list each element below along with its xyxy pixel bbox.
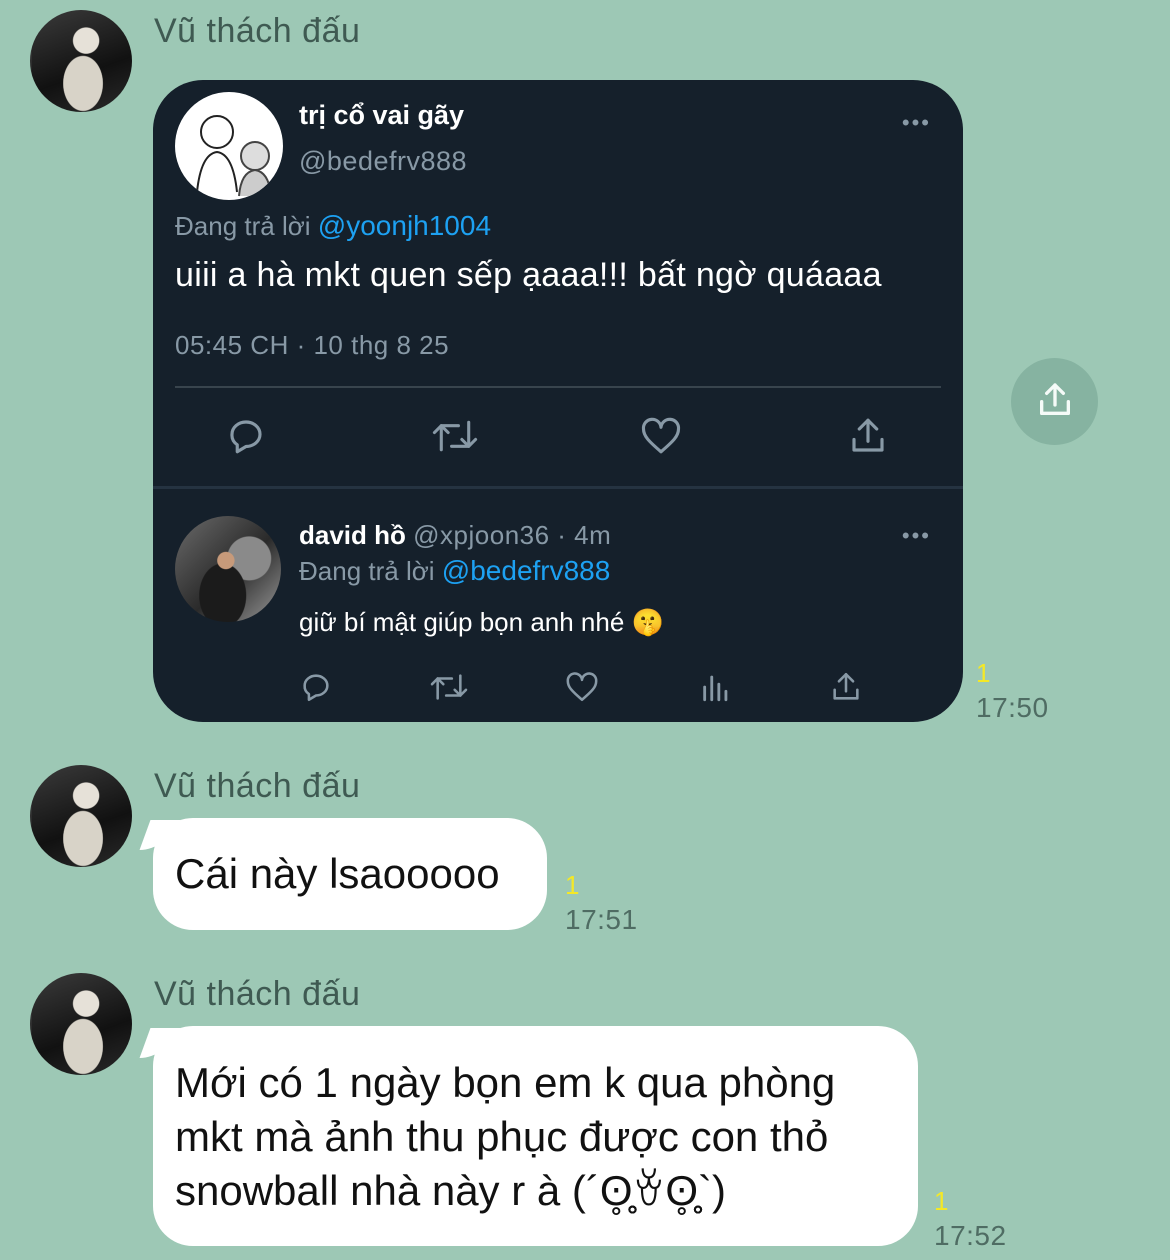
reply-action-bar: [153, 670, 963, 710]
heart-icon[interactable]: [565, 670, 599, 709]
message-bubble[interactable]: Cái này lsaooooo: [153, 818, 547, 930]
replying-to-link[interactable]: @yoonjh1004: [318, 210, 491, 241]
divider: [153, 486, 963, 489]
reply-meta: @xpjoon36 · 4m: [413, 520, 612, 550]
retweet-icon[interactable]: [429, 670, 469, 709]
message-bubble[interactable]: Mới có 1 ngày bọn em k qua phòng mkt mà …: [153, 1026, 918, 1246]
read-count: 1: [976, 658, 991, 688]
tweet-author-avatar[interactable]: [175, 92, 283, 200]
tweet-author-handle: @bedefrv888: [299, 146, 468, 176]
share-icon: [1040, 383, 1070, 415]
reply-icon[interactable]: [299, 670, 333, 709]
forward-share-button[interactable]: [1011, 358, 1098, 445]
tweet-more-button[interactable]: •••: [902, 110, 931, 136]
shared-tweet-card[interactable]: trị cổ vai gãy @bedefrv888 ••• Đang trả …: [153, 80, 963, 722]
heart-icon[interactable]: [640, 415, 682, 462]
message-time: 17:52: [934, 1220, 1007, 1251]
reply-icon[interactable]: [225, 415, 267, 462]
reply-author: david hồ @xpjoon36 · 4m: [299, 520, 611, 551]
read-count: 1: [565, 870, 580, 900]
tweet-author-name: trị cổ vai gãy: [299, 100, 465, 130]
read-count: 1: [934, 1186, 949, 1216]
tweet-action-bar: [153, 415, 963, 465]
sender-avatar[interactable]: [30, 10, 132, 112]
tweet-timestamp: 05:45 CH · 10 thg 8 25: [175, 330, 450, 360]
sender-name: Vũ thách đấu: [154, 12, 361, 50]
sender-name: Vũ thách đấu: [154, 767, 361, 805]
tweet-replying-to: Đang trả lời @yoonjh1004: [175, 210, 492, 241]
message-time: 17:51: [565, 904, 638, 935]
reply-more-button[interactable]: •••: [902, 523, 931, 549]
analytics-icon[interactable]: [699, 670, 733, 709]
sender-name: Vũ thách đấu: [154, 975, 361, 1013]
share-icon[interactable]: [829, 670, 863, 709]
tweet-text: uiii a hà mkt quen sếp ạaaa!!! bất ngờ q…: [175, 256, 882, 294]
sender-avatar[interactable]: [30, 765, 132, 867]
share-icon[interactable]: [847, 415, 889, 462]
reply-text: giữ bí mật giúp bọn anh nhé 🤫: [299, 607, 664, 637]
message-text: Cái này lsaooooo: [175, 850, 500, 897]
retweet-icon[interactable]: [431, 415, 479, 462]
replying-to-link[interactable]: @bedefrv888: [442, 555, 611, 586]
reply-author-name: david hồ: [299, 520, 406, 550]
sender-avatar[interactable]: [30, 973, 132, 1075]
message-text: Mới có 1 ngày bọn em k qua phòng mkt mà …: [175, 1059, 836, 1214]
message-time: 17:50: [976, 692, 1049, 723]
reply-author-avatar[interactable]: [175, 516, 281, 622]
divider: [175, 386, 941, 388]
reply-replying-to: Đang trả lời @bedefrv888: [299, 555, 611, 586]
